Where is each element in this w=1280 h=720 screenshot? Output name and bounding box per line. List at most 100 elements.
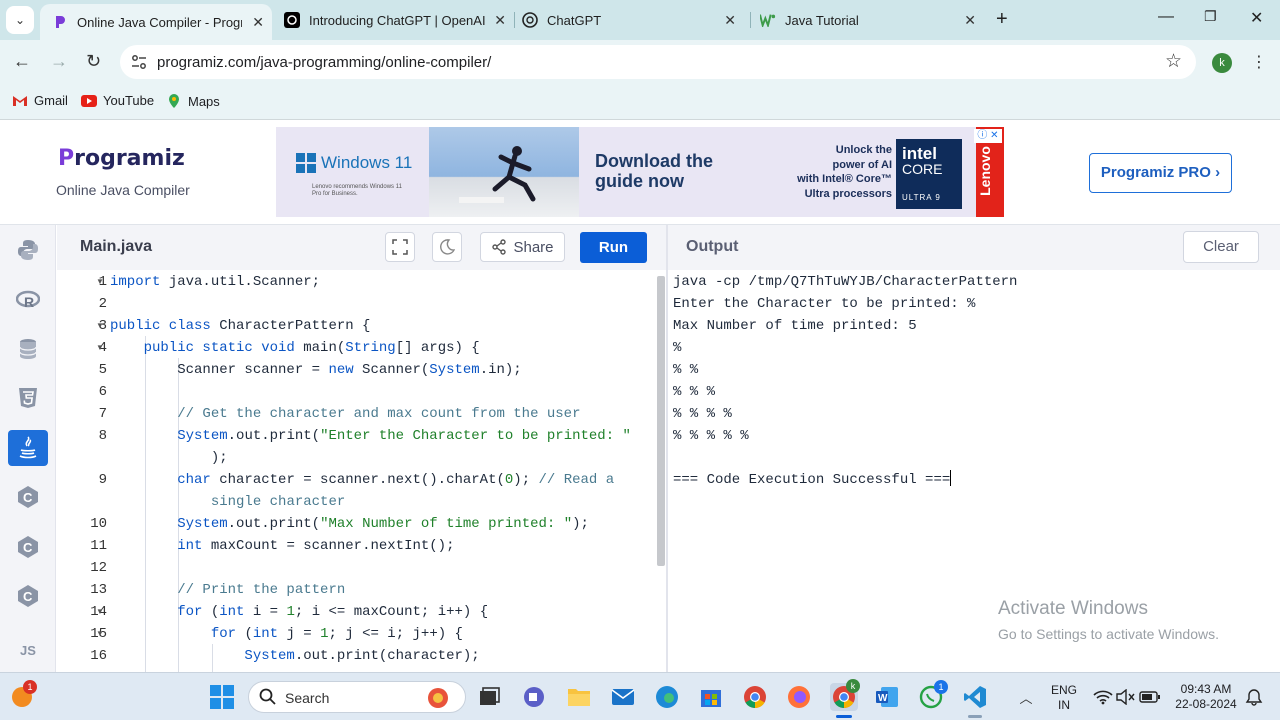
close-tab-icon[interactable]: ✕ xyxy=(494,12,506,29)
code-line: public class CharacterPattern { xyxy=(110,318,371,334)
javascript-language-icon[interactable]: JS xyxy=(8,632,48,668)
site-header: Programiz Online Java Compiler Windows 1… xyxy=(0,121,1280,225)
close-tab-icon[interactable]: ✕ xyxy=(252,14,264,31)
bookmark-gmail[interactable]: Gmail xyxy=(12,93,68,108)
fold-caret-icon[interactable]: ▼ xyxy=(96,601,104,623)
volume-muted-icon[interactable] xyxy=(1113,684,1139,710)
tab-search-button[interactable]: ⌄ xyxy=(6,6,34,34)
tab-chatgpt[interactable]: ChatGPT ✕ xyxy=(522,0,744,40)
vscode-icon[interactable] xyxy=(962,684,988,710)
editor-scrollbar[interactable] xyxy=(657,276,665,566)
fold-caret-icon[interactable]: ▼ xyxy=(96,337,104,359)
word-icon[interactable]: W xyxy=(874,684,900,710)
clock-date: 22-08-2024 xyxy=(1175,697,1237,711)
programiz-pro-button[interactable]: Programiz PRO › xyxy=(1089,153,1232,193)
tab-title: Java Tutorial xyxy=(785,12,859,28)
code-line: int maxCount = scanner.nextInt(); xyxy=(177,538,455,554)
output-console[interactable]: java -cp /tmp/Q7ThTuWYJB/CharacterPatter… xyxy=(668,270,1280,672)
input-language-indicator[interactable]: ENG IN xyxy=(1048,683,1080,713)
programiz-logo[interactable]: Programiz xyxy=(58,146,185,171)
line-number: 12 xyxy=(90,560,107,576)
edge-browser-icon[interactable] xyxy=(654,684,680,710)
tab-java-tutorial[interactable]: Java Tutorial ✕ xyxy=(760,0,984,40)
tab-online-java-compiler[interactable]: Online Java Compiler - Program ✕ xyxy=(40,4,272,40)
ad-runner-image xyxy=(429,127,579,217)
back-arrow-icon[interactable]: ← xyxy=(13,51,31,72)
fold-caret-icon[interactable]: ▼ xyxy=(96,271,104,293)
csharp-language-icon[interactable]: C xyxy=(8,578,48,614)
site-settings-icon[interactable] xyxy=(130,53,148,71)
svg-text:W: W xyxy=(878,693,888,704)
search-highlight-icon xyxy=(423,686,453,715)
sql-database-icon[interactable] xyxy=(8,331,48,367)
openai-favicon-icon xyxy=(284,12,300,28)
mail-icon[interactable] xyxy=(610,684,636,710)
ad-close-icon[interactable]: ⓘ ✕ xyxy=(974,129,1002,143)
line-number: 7 xyxy=(98,406,107,422)
close-tab-icon[interactable]: ✕ xyxy=(724,12,736,29)
ad-small-print: Lenovo recommends Windows 11 Pro for Bus… xyxy=(312,184,402,197)
code-line: // Print the pattern xyxy=(177,582,346,598)
code-line: System.out.print("Max Number of time pri… xyxy=(177,516,589,532)
file-tab-main-java[interactable]: Main.java xyxy=(57,225,155,270)
browser-toolbar: ← → ↻ programiz.com/java-programming/onl… xyxy=(0,40,1280,84)
fold-caret-icon[interactable]: ▼ xyxy=(96,623,104,645)
new-tab-button[interactable]: + xyxy=(996,9,1008,29)
bookmark-youtube[interactable]: YouTube xyxy=(81,93,154,108)
fullscreen-icon[interactable] xyxy=(385,232,415,262)
system-clock[interactable]: 09:43 AM 22-08-2024 xyxy=(1172,682,1240,712)
html5-language-icon[interactable] xyxy=(8,380,48,416)
c-language-icon[interactable]: C xyxy=(8,479,48,515)
browser-tab-bar: ⌄ Online Java Compiler - Program ✕ Intro… xyxy=(0,0,1280,40)
share-button[interactable]: Share xyxy=(480,232,565,262)
notifications-bell-icon[interactable] xyxy=(1241,684,1267,710)
close-tab-icon[interactable]: ✕ xyxy=(964,12,976,29)
windows-logo-icon xyxy=(296,153,316,173)
bookmark-maps[interactable]: Maps xyxy=(166,93,220,109)
run-button[interactable]: Run xyxy=(580,232,647,263)
intel-core-ultra-logo: intel CORE ULTRA 9 xyxy=(896,139,962,209)
fold-caret-icon[interactable]: ▼ xyxy=(96,315,104,337)
task-view-icon[interactable] xyxy=(476,684,502,710)
windows-start-icon[interactable] xyxy=(209,684,235,710)
show-hidden-icons-chevron-icon[interactable]: ︿ xyxy=(1013,684,1039,710)
firefox-icon[interactable] xyxy=(786,684,812,710)
battery-icon[interactable] xyxy=(1137,684,1163,710)
line-number: 5 xyxy=(98,362,107,378)
address-bar[interactable]: programiz.com/java-programming/online-co… xyxy=(120,45,1196,79)
profile-avatar[interactable]: k xyxy=(1212,53,1232,73)
reload-icon[interactable]: ↻ xyxy=(86,51,101,72)
close-window-icon[interactable]: ✕ xyxy=(1250,8,1263,28)
output-title: Output xyxy=(686,238,739,255)
clear-button[interactable]: Clear xyxy=(1183,231,1259,263)
dark-mode-moon-icon[interactable] xyxy=(432,232,462,262)
file-explorer-icon[interactable] xyxy=(566,684,592,710)
code-editor[interactable]: 1 2 3 4 5 6 7 8 9 10 11 12 13 14 15 16 ▼… xyxy=(57,270,666,672)
w3-favicon-icon xyxy=(760,12,776,28)
tab-introducing-chatgpt[interactable]: Introducing ChatGPT | OpenAI ✕ xyxy=(284,0,514,40)
advertisement-banner[interactable]: Windows 11 Lenovo recommends Windows 11 … xyxy=(276,127,1004,217)
output-line: % % xyxy=(673,362,699,378)
line-number: 10 xyxy=(90,516,107,532)
text-caret xyxy=(950,470,952,486)
taskbar-search[interactable]: Search xyxy=(248,681,466,713)
output-line: Enter the Character to be printed: % xyxy=(673,296,976,312)
java-language-icon[interactable] xyxy=(8,430,48,466)
bookmark-star-icon[interactable]: ☆ xyxy=(1165,50,1182,73)
microsoft-store-icon[interactable] xyxy=(698,684,724,710)
ad-intel-copy: Unlock the power of AI with Intel® Core™… xyxy=(797,144,892,200)
svg-text:R: R xyxy=(24,294,34,310)
restore-window-icon[interactable]: ❐ xyxy=(1204,8,1217,25)
chrome-icon[interactable] xyxy=(742,684,768,710)
minimize-window-icon[interactable]: — xyxy=(1158,8,1174,26)
teams-meet-icon[interactable] xyxy=(521,684,547,710)
cpp-language-icon[interactable]: C xyxy=(8,529,48,565)
output-toolbar: Output Clear xyxy=(668,225,1280,270)
r-language-icon[interactable]: R xyxy=(8,282,48,318)
forward-arrow-icon[interactable]: → xyxy=(50,51,68,72)
url-text: programiz.com/java-programming/online-co… xyxy=(157,54,492,71)
browser-menu-icon[interactable]: ⋮ xyxy=(1251,52,1267,72)
code-line: import java.util.Scanner; xyxy=(110,274,321,290)
python-language-icon[interactable] xyxy=(8,232,48,268)
maps-icon xyxy=(166,93,182,109)
